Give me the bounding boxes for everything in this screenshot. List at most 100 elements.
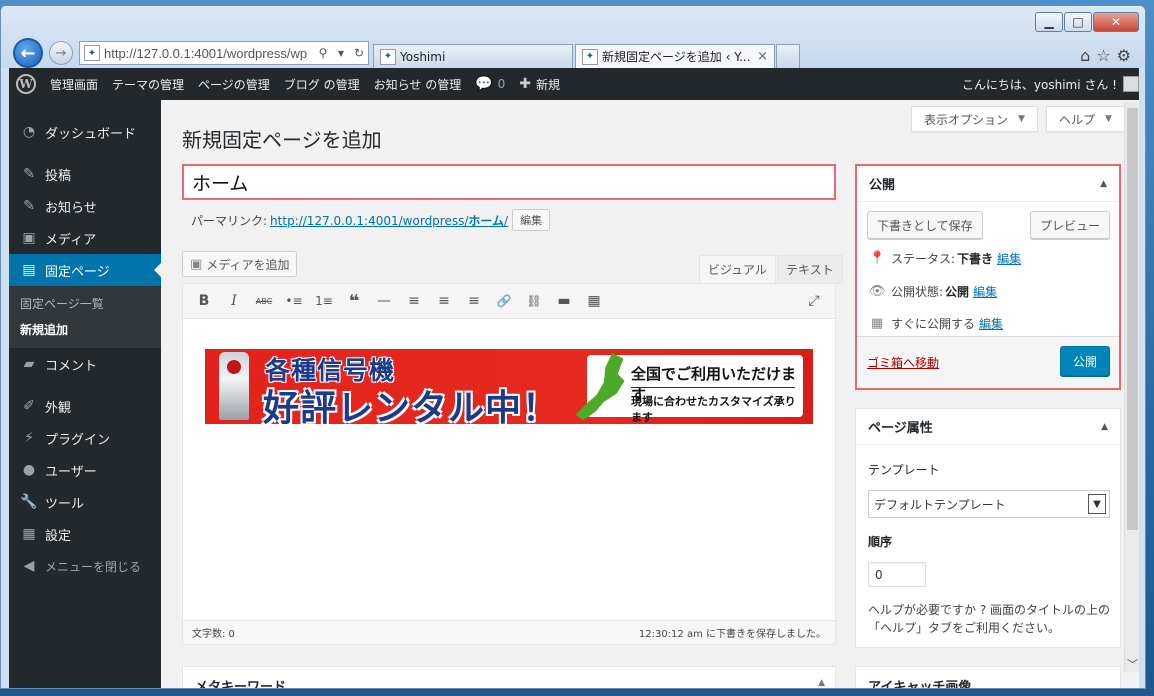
maximize-button[interactable]: □ <box>1064 12 1092 32</box>
adminbar-new[interactable]: ✚ 新規 <box>512 68 567 100</box>
back-button[interactable]: ← <box>13 38 43 68</box>
add-media-button[interactable]: ▣ メディアを追加 <box>182 251 298 277</box>
wp-logo-menu[interactable]: W <box>9 68 43 100</box>
content-editor: B I ABC •≡ 1≡ ❝ — ≡ ≡ ≡ 🔗 ⛓ ▬ ▦ ⤢ 各種信号機 … <box>182 283 836 645</box>
settings-gear-icon[interactable]: ⚙ <box>1117 46 1131 65</box>
move-to-trash-link[interactable]: ゴミ箱へ移動 <box>867 354 939 371</box>
tab-text[interactable]: テキスト <box>777 255 843 284</box>
template-select[interactable]: デフォルトテンプレート ▼ <box>868 490 1110 518</box>
new-tab-button[interactable] <box>776 44 800 68</box>
schedule-edit-link[interactable]: 編集 <box>979 315 1003 332</box>
close-window-button[interactable]: ✕ <box>1093 12 1139 32</box>
pin-icon: 📍 <box>869 251 886 266</box>
dashboard-icon: ◔ <box>22 124 36 140</box>
template-label: テンプレート <box>868 463 940 477</box>
horizontal-line-icon[interactable]: — <box>369 287 399 315</box>
chevron-down-icon: ▼ <box>1018 114 1025 124</box>
adminbar-item-news[interactable]: お知らせ の管理 <box>367 68 469 100</box>
sidebar-item-plugins[interactable]: ⚡ プラグイン <box>9 422 161 454</box>
permalink-link[interactable]: http://127.0.0.1:4001/wordpress/ホーム/ <box>270 212 508 229</box>
adminbar-account[interactable]: こんにちは、yoshimi さん ! <box>962 76 1139 93</box>
sidebar-item-settings[interactable]: ▦ 設定 <box>9 518 161 550</box>
browser-window: ▁ □ ✕ ← → ✦ http://127.0.0.1:4001/wordpr… <box>0 5 1146 689</box>
collapse-menu-button[interactable]: ◀ メニューを閉じる <box>9 550 161 582</box>
help-button[interactable]: ヘルプ ▼ <box>1045 106 1125 132</box>
banner-image[interactable]: 各種信号機 好評レンタル中！ 全国でご利用いただけます 現場に合わせたカスタマイ… <box>205 349 813 424</box>
home-icon[interactable]: ⌂ <box>1080 46 1090 65</box>
align-left-icon[interactable]: ≡ <box>399 287 429 315</box>
publish-button[interactable]: 公開 <box>1059 346 1110 376</box>
tab-visual[interactable]: ビジュアル <box>699 255 776 284</box>
scroll-down-icon[interactable]: ﹀ <box>1125 656 1140 671</box>
search-icon[interactable]: ⚲ <box>314 46 332 60</box>
adminbar-item-blog[interactable]: ブログ の管理 <box>277 68 367 100</box>
forward-arrow-icon: → <box>55 45 67 61</box>
submenu-all-pages[interactable]: 固定ページ一覧 <box>9 290 161 316</box>
unlink-icon[interactable]: ⛓ <box>519 287 549 315</box>
tab-new-page[interactable]: ✦ 新規固定ページを追加 ‹ Y... × <box>575 44 775 68</box>
sidebar-item-pages[interactable]: ▤ 固定ページ <box>9 254 161 286</box>
sidebar-item-appearance[interactable]: ✐ 外観 <box>9 390 161 422</box>
help-text: ヘルプが必要ですか ? 画面のタイトルの上の「ヘルプ」タブをご利用ください。 <box>868 603 1110 635</box>
favorites-star-icon[interactable]: ☆ <box>1096 46 1110 65</box>
chevron-up-icon[interactable]: ▲ <box>1101 422 1108 432</box>
comment-icon: ▰ <box>23 356 35 372</box>
address-bar[interactable]: ✦ http://127.0.0.1:4001/wordpress/wp ⚲ ▾… <box>79 41 369 65</box>
schedule-row: ▦ すぐに公開する 編集 <box>869 315 1003 332</box>
strikethrough-icon[interactable]: ABC <box>249 287 279 315</box>
forward-button[interactable]: → <box>49 41 73 65</box>
window-controls: ▁ □ ✕ <box>1034 12 1139 32</box>
scrollbar-thumb[interactable] <box>1127 108 1138 530</box>
status-edit-link[interactable]: 編集 <box>997 250 1021 267</box>
permalink-edit-button[interactable]: 編集 <box>512 209 551 231</box>
adminbar-item-pages[interactable]: ページの管理 <box>191 68 277 100</box>
save-draft-button[interactable]: 下書きとして保存 <box>867 211 983 239</box>
screen-options-label: 表示オプション <box>924 112 1009 127</box>
address-url[interactable]: http://127.0.0.1:4001/wordpress/wp <box>104 46 314 61</box>
bold-icon[interactable]: B <box>189 287 219 315</box>
link-icon[interactable]: 🔗 <box>489 287 519 315</box>
submenu-add-new[interactable]: 新規追加 <box>9 316 161 342</box>
tab-close-icon[interactable]: × <box>757 49 768 64</box>
sidebar-item-comments[interactable]: ▰ コメント <box>9 348 161 380</box>
screen-options-button[interactable]: 表示オプション ▼ <box>911 106 1038 132</box>
toolbar-toggle-icon[interactable]: ▦ <box>579 287 609 315</box>
bullet-list-icon[interactable]: •≡ <box>279 287 309 315</box>
align-right-icon[interactable]: ≡ <box>459 287 489 315</box>
page-attributes-header[interactable]: ページ属性 ▲ <box>856 409 1120 445</box>
greeting-text: こんにちは、yoshimi さん ! <box>961 77 1117 92</box>
order-label: 順序 <box>868 535 893 549</box>
preview-button[interactable]: プレビュー <box>1029 211 1110 239</box>
meta-keywords-box[interactable]: メタキーワード ▲ <box>182 666 836 688</box>
sidebar-item-label: ユーザー <box>45 464 97 480</box>
featured-image-box[interactable]: アイキャッチ画像 <box>855 666 1121 688</box>
sidebar-item-label: お知らせ <box>45 200 97 216</box>
numbered-list-icon[interactable]: 1≡ <box>309 287 339 315</box>
chevron-down-icon: ▼ <box>1088 494 1106 514</box>
read-more-icon[interactable]: ▬ <box>549 287 579 315</box>
sidebar-item-news[interactable]: ✎ お知らせ <box>9 190 161 222</box>
adminbar-comments[interactable]: 💬 0 <box>468 68 512 100</box>
refresh-icon[interactable]: ↻ <box>350 46 368 60</box>
sidebar-item-posts[interactable]: ✎ 投稿 <box>9 158 161 190</box>
chevron-up-icon[interactable]: ▲ <box>1100 179 1107 189</box>
italic-icon[interactable]: I <box>219 287 249 315</box>
order-input[interactable]: 0 <box>868 562 926 587</box>
publish-box-header[interactable]: 公開 ▲ <box>857 166 1119 202</box>
chevron-up-icon[interactable]: ▲ <box>818 678 825 688</box>
sidebar-item-users[interactable]: ● ユーザー <box>9 454 161 486</box>
minimize-button[interactable]: ▁ <box>1035 12 1063 32</box>
fullscreen-icon[interactable]: ⤢ <box>799 287 829 315</box>
sidebar-item-media[interactable]: ▣ メディア <box>9 222 161 254</box>
tab-yoshimi[interactable]: ✦ Yoshimi <box>373 44 573 68</box>
adminbar-item-themes[interactable]: テーマの管理 <box>105 68 191 100</box>
blockquote-icon[interactable]: ❝ <box>339 287 369 315</box>
sidebar-item-dashboard[interactable]: ◔ ダッシュボード <box>9 116 161 148</box>
post-title-input[interactable]: ホーム <box>182 164 836 200</box>
align-center-icon[interactable]: ≡ <box>429 287 459 315</box>
visibility-edit-link[interactable]: 編集 <box>973 283 997 300</box>
sidebar-item-tools[interactable]: 🔧 ツール <box>9 486 161 518</box>
dropdown-icon[interactable]: ▾ <box>332 46 350 60</box>
adminbar-item-dashboard[interactable]: 管理画面 <box>43 68 105 100</box>
page-scrollbar[interactable]: ﹀ <box>1124 102 1139 672</box>
